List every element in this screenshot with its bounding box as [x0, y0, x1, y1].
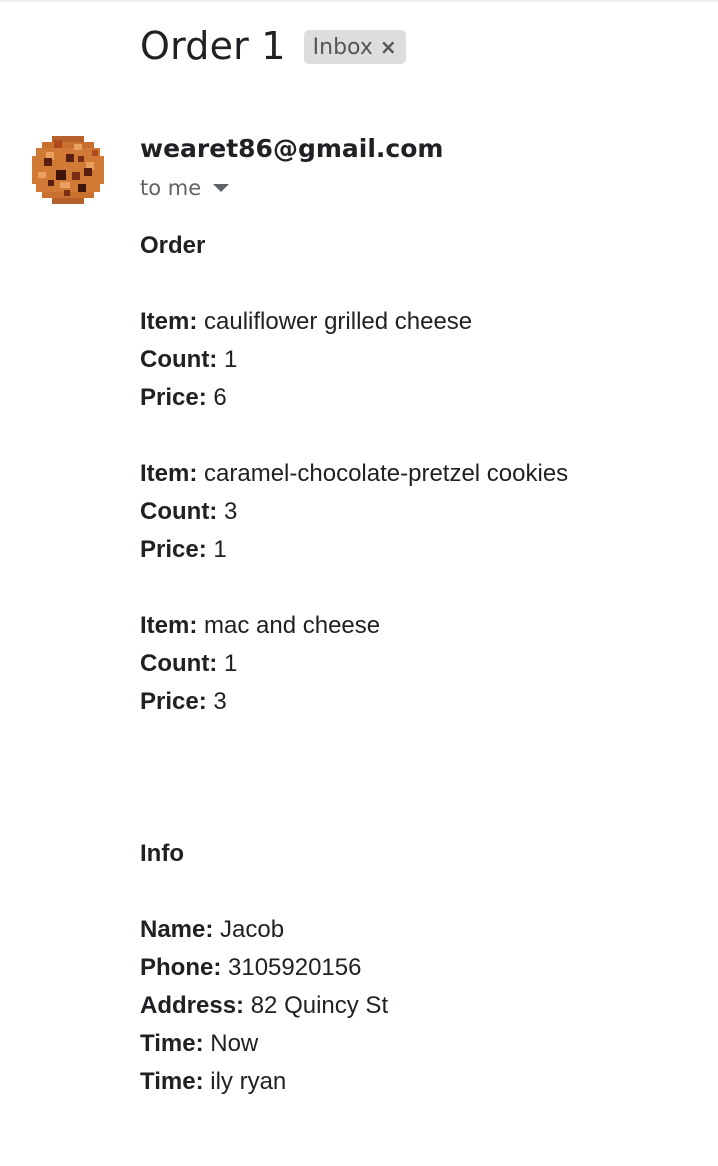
email-subject: Order 1 [140, 24, 286, 68]
item-name: mac and cheese [204, 612, 381, 639]
order-item-row: Item: cauliflower grilled cheese [140, 308, 473, 335]
email-body: Order Item: cauliflower grilled cheese C… [140, 227, 568, 1101]
item-price: 6 [213, 384, 227, 411]
recipient-details-toggle[interactable]: to me [140, 176, 230, 200]
info-value: Jacob [220, 916, 285, 943]
info-time-row: Time: Now [140, 1030, 259, 1057]
cookie-avatar-icon[interactable] [30, 132, 106, 208]
order-count-row: Count: 1 [140, 650, 238, 677]
info-name-row: Name: Jacob [140, 916, 285, 943]
item-count: 1 [223, 650, 238, 677]
order-price-row: Price: 3 [140, 688, 227, 715]
order-heading: Order [140, 232, 206, 259]
caret-down-icon[interactable] [213, 184, 230, 192]
order-item-row: Item: mac and cheese [140, 612, 381, 639]
item-price: 1 [213, 536, 227, 563]
inbox-label-text: Inbox [312, 34, 373, 60]
order-price-row: Price: 1 [140, 536, 227, 563]
item-price: 3 [213, 688, 227, 715]
info-value: Now [210, 1030, 259, 1057]
recipient-text: to me [140, 176, 202, 200]
info-phone-row: Phone: 3105920156 [140, 954, 362, 981]
item-count: 3 [223, 498, 238, 525]
info-value: ily ryan [210, 1068, 287, 1095]
info-value: 82 Quincy St [250, 992, 389, 1019]
remove-label-icon[interactable]: × [380, 35, 397, 59]
item-name: cauliflower grilled cheese [204, 308, 473, 335]
info-heading: Info [140, 840, 184, 867]
subject-row: Order 1 Inbox × [140, 20, 406, 72]
sender-email[interactable]: wearet86@gmail.com [140, 134, 443, 163]
order-count-row: Count: 1 [140, 346, 238, 373]
info-time-row: Time: ily ryan [140, 1068, 287, 1095]
order-price-row: Price: 6 [140, 384, 227, 411]
item-name: caramel-chocolate-pretzel cookies [204, 460, 569, 487]
order-count-row: Count: 3 [140, 498, 238, 525]
inbox-label-chip[interactable]: Inbox × [303, 30, 406, 64]
top-divider [0, 0, 718, 2]
item-count: 1 [223, 346, 238, 373]
info-address-row: Address: 82 Quincy St [140, 992, 389, 1019]
order-item-row: Item: caramel-chocolate-pretzel cookies [140, 460, 569, 487]
info-value: 3105920156 [228, 954, 362, 981]
